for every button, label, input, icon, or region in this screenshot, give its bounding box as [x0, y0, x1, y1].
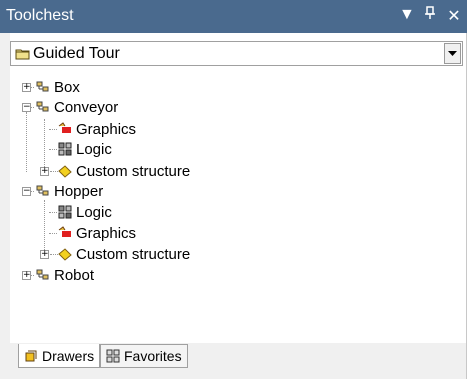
tree-item-graphics[interactable]: Graphics	[58, 223, 136, 243]
tree-item-logic[interactable]: Logic	[58, 202, 112, 222]
category-icon	[36, 100, 50, 114]
tree-item-label: Logic	[76, 203, 112, 221]
tree-item-custom-structure[interactable]: Custom structure	[58, 161, 190, 181]
tree-item-custom-structure[interactable]: Custom structure	[58, 244, 190, 264]
graphics-icon	[58, 122, 72, 136]
pin-glyph	[425, 6, 435, 19]
category-icon	[36, 184, 50, 198]
drawer-tree: + Box − Conveyor Graphics Logic + Custom…	[10, 76, 463, 336]
tab-label: Drawers	[42, 347, 95, 364]
favorites-icon	[106, 349, 120, 363]
tree-item-label: Graphics	[76, 224, 137, 242]
tree-item-label: Custom structure	[76, 162, 191, 180]
tree-item-conveyor[interactable]: Conveyor	[36, 97, 118, 117]
expand-custom-structure-button[interactable]: +	[40, 167, 49, 176]
tree-item-logic[interactable]: Logic	[58, 139, 112, 159]
graphics-icon	[58, 226, 72, 240]
tree-item-label: Graphics	[76, 120, 137, 138]
title-bar[interactable]: Toolchest ▼ ✕	[0, 0, 467, 33]
folder-icon	[15, 47, 30, 65]
collapse-hopper-button[interactable]: −	[22, 187, 31, 196]
tree-item-box[interactable]: Box	[36, 77, 80, 97]
drawer-combo[interactable]: Guided Tour	[10, 41, 463, 66]
toolchest-panel: Toolchest ▼ ✕ Guided Tour + Box − Convey…	[0, 0, 467, 379]
custom-structure-icon	[58, 247, 72, 261]
tree-item-label: Logic	[76, 140, 112, 158]
bottom-tabs: Drawers Favorites	[10, 344, 465, 374]
category-icon	[36, 80, 50, 94]
tree-item-label: Custom structure	[76, 245, 191, 263]
logic-icon	[58, 205, 72, 219]
menu-dropdown-icon[interactable]: ▼	[399, 6, 415, 26]
expand-custom-structure-button[interactable]: +	[40, 250, 49, 259]
drawers-icon	[24, 349, 38, 363]
tab-favorites[interactable]: Favorites	[100, 344, 188, 368]
expand-box-button[interactable]: +	[22, 83, 31, 92]
tab-label: Favorites	[124, 348, 182, 364]
pin-icon[interactable]	[423, 6, 437, 26]
chevron-down-icon	[448, 51, 457, 56]
custom-structure-icon	[58, 164, 72, 178]
tree-item-graphics[interactable]: Graphics	[58, 119, 136, 139]
tree-item-label: Box	[54, 78, 80, 96]
category-icon	[36, 268, 50, 282]
combo-dropdown-button[interactable]	[444, 43, 461, 64]
collapse-conveyor-button[interactable]: −	[22, 103, 31, 112]
tree-item-label: Hopper	[54, 182, 104, 200]
combo-selected-value: Guided Tour	[33, 45, 120, 62]
close-icon[interactable]: ✕	[447, 6, 461, 26]
window-title: Toolchest	[6, 7, 74, 24]
tab-drawers[interactable]: Drawers	[18, 344, 101, 368]
tree-item-robot[interactable]: Robot	[36, 265, 94, 285]
tree-item-label: Robot	[54, 266, 95, 284]
title-bar-buttons: ▼ ✕	[399, 6, 461, 26]
expand-robot-button[interactable]: +	[22, 271, 31, 280]
logic-icon	[58, 142, 72, 156]
tree-item-label: Conveyor	[54, 98, 119, 116]
tree-item-hopper[interactable]: Hopper	[36, 181, 103, 201]
